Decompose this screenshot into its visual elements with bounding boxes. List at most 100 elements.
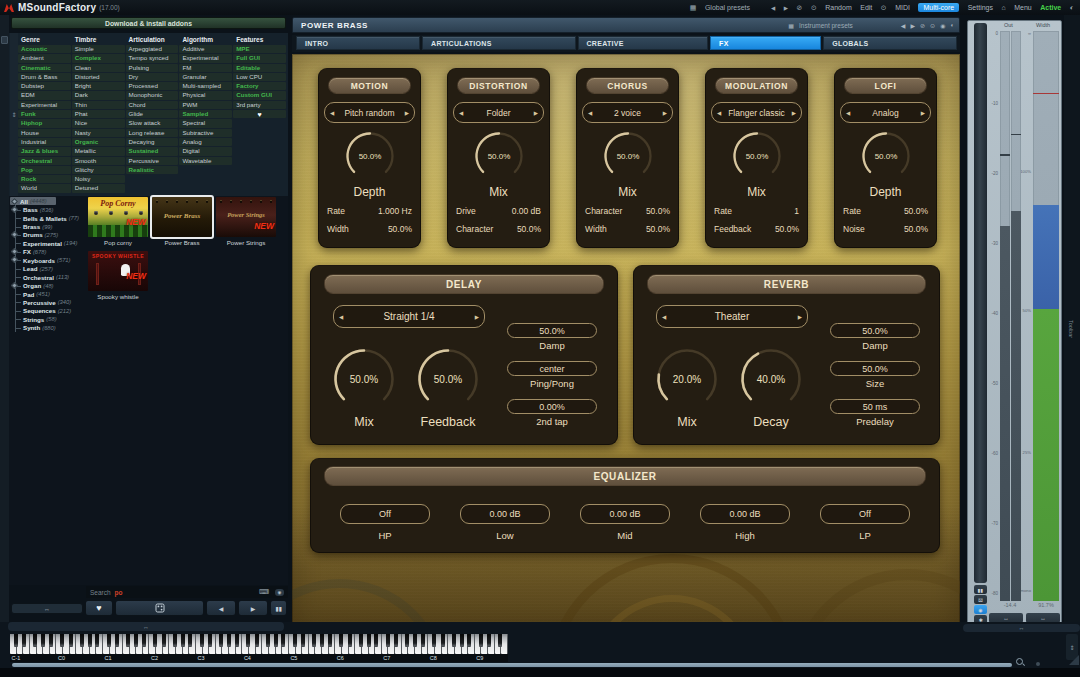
tag-metallic[interactable]: Metallic (72, 147, 125, 155)
tag-glide[interactable]: Glide (126, 110, 179, 118)
expander-icon[interactable] (11, 231, 18, 238)
download-addons-button[interactable]: Download & install addons (11, 17, 286, 29)
piano-key-black[interactable] (328, 634, 332, 647)
param-value[interactable]: 50.0% (904, 206, 928, 220)
info-icon[interactable]: ⊙ (881, 4, 887, 12)
eq-value-box[interactable]: Off (820, 504, 910, 524)
param-value[interactable]: 50.0% (646, 224, 670, 238)
tag-sampled[interactable]: Sampled (179, 110, 232, 118)
previous-preset-icon[interactable]: ◀ (771, 5, 775, 11)
enable-button[interactable]: ◉ (974, 605, 987, 614)
tag-jazz-blues[interactable]: Jazz & blues (18, 147, 71, 155)
previous-preset-button[interactable]: ◀ (206, 600, 236, 616)
next-option-icon[interactable]: ▶ (921, 110, 925, 116)
tag-spectral[interactable]: Spectral (179, 119, 232, 127)
piano-key-black[interactable] (162, 634, 166, 647)
knob-depth[interactable]: 50.0% (860, 130, 912, 182)
collapsed-side-strip[interactable] (0, 15, 9, 622)
piano-key-black[interactable] (173, 634, 177, 647)
piano-key-black[interactable] (421, 634, 425, 647)
tag-cinematic[interactable]: Cinematic (18, 64, 71, 72)
tag-dubstep[interactable]: Dubstep (18, 82, 71, 90)
tag-long-release[interactable]: Long release (126, 129, 179, 137)
tag-monophonic[interactable]: Monophonic (126, 91, 179, 99)
piano-key-black[interactable] (219, 634, 223, 647)
tag-distorted[interactable]: Distorted (72, 73, 125, 81)
search-bar[interactable]: Search po ⌨ ◉ (86, 586, 288, 598)
tab-fx[interactable]: FX (710, 36, 821, 50)
piano-key-black[interactable] (142, 634, 146, 647)
param-value[interactable]: 50.0% (517, 224, 541, 238)
next-instrument-preset-icon[interactable]: ▶ (910, 22, 915, 29)
tag-3rd-party[interactable]: 3rd party (233, 101, 286, 109)
tree-item-bells-mallets[interactable]: Bells & Mallets(77) (10, 214, 86, 222)
fx-type-selector[interactable]: ◀Flanger classic▶ (711, 102, 802, 123)
randomize-button[interactable]: ⚄ (974, 595, 987, 604)
eq-value-box[interactable]: 0.00 dB (700, 504, 790, 524)
piano-key-black[interactable] (339, 634, 343, 647)
home-icon[interactable]: ⌂ (1002, 4, 1006, 11)
tag-realistic[interactable]: Realistic (126, 166, 179, 174)
piano-key-white[interactable] (501, 634, 508, 654)
piano-key-black[interactable] (320, 634, 324, 647)
tag-industrial[interactable]: Industrial (18, 138, 71, 146)
piano-key-black[interactable] (348, 634, 352, 647)
preset-tile-power-brass[interactable]: Power BrassPower Brass (152, 197, 212, 247)
next-option-icon[interactable]: ▶ (534, 110, 538, 116)
tag-physical[interactable]: Physical (179, 91, 232, 99)
tree-item-drums[interactable]: Drums(275) (10, 231, 86, 239)
tag-low-cpu[interactable]: Low CPU (233, 73, 286, 81)
knob-depth[interactable]: 50.0% (344, 130, 396, 182)
tag-wavetable[interactable]: Wavetable (179, 157, 232, 165)
tag-full-gui[interactable]: Full GUI (233, 54, 286, 62)
tag-digital[interactable]: Digital (179, 147, 232, 155)
tag-percussive[interactable]: Percussive (126, 157, 179, 165)
tag-mpe[interactable]: MPE (233, 45, 286, 53)
tag-smooth[interactable]: Smooth (72, 157, 125, 165)
knob-mix[interactable]: 20.0% (655, 347, 719, 411)
piano-key-black[interactable] (60, 634, 64, 647)
piano-key-black[interactable] (266, 634, 270, 647)
piano-key-black[interactable] (153, 634, 157, 647)
param-value[interactable]: 50.0% (388, 224, 412, 238)
piano-key-black[interactable] (452, 634, 456, 647)
piano-key-black[interactable] (293, 634, 297, 647)
tag-experimental[interactable]: Experimental (18, 101, 71, 109)
knob-mix[interactable]: 50.0% (602, 130, 654, 182)
fx-type-selector[interactable]: ◀2 voice▶ (582, 102, 673, 123)
clear-search-icon[interactable]: ◉ (275, 589, 284, 596)
param-value[interactable]: 0.00 dB (512, 206, 541, 220)
piano-key-black[interactable] (126, 634, 130, 647)
pause-browser-button[interactable]: ▮▮ (270, 600, 287, 616)
random-button[interactable]: Random (825, 4, 851, 11)
piano-key-black[interactable] (235, 634, 239, 647)
value-box-2nd-tap[interactable]: 0.00% (507, 399, 597, 414)
tag-bright[interactable]: Bright (72, 82, 125, 90)
favorite-button[interactable]: ♥ (85, 600, 113, 616)
preset-tile-spooky-whistle[interactable]: SPOOKY WHISTLENEWSpooky whistle (88, 251, 148, 301)
piano-key-black[interactable] (255, 634, 259, 647)
toolbar-strip[interactable]: Toolbar (1064, 15, 1080, 625)
copy-icon[interactable]: ⊙ (930, 22, 935, 29)
next-option-icon[interactable]: ▶ (405, 110, 409, 116)
expander-icon[interactable] (11, 206, 18, 213)
piano-key-black[interactable] (374, 634, 378, 647)
tree-item-pad[interactable]: Pad(451) (10, 290, 86, 298)
value-box-predelay[interactable]: 50 ms (830, 399, 920, 414)
panel-collapse-icon[interactable] (1, 36, 8, 44)
pause-meters-button[interactable]: ▮▮ (974, 585, 987, 594)
piano-key-black[interactable] (386, 634, 390, 647)
tree-item-organ[interactable]: Organ(48) (10, 281, 86, 289)
fx-type-selector[interactable]: ◀Theater▶ (656, 305, 808, 328)
tree-item-percussive[interactable]: Percussive(340) (10, 298, 86, 306)
piano-keyboard[interactable] (10, 634, 508, 654)
tree-item-keyboards[interactable]: Keyboards(571) (10, 256, 86, 264)
search-input-value[interactable]: po (115, 589, 123, 596)
piano-key-black[interactable] (200, 634, 204, 647)
tag-dark[interactable]: Dark (72, 91, 125, 99)
tab-globals[interactable]: GLOBALS (823, 36, 957, 50)
piano-key-black[interactable] (188, 634, 192, 647)
random-preset-button[interactable] (115, 600, 204, 616)
tag-detuned[interactable]: Detuned (72, 184, 125, 192)
tag-ambient[interactable]: Ambient (18, 54, 71, 62)
